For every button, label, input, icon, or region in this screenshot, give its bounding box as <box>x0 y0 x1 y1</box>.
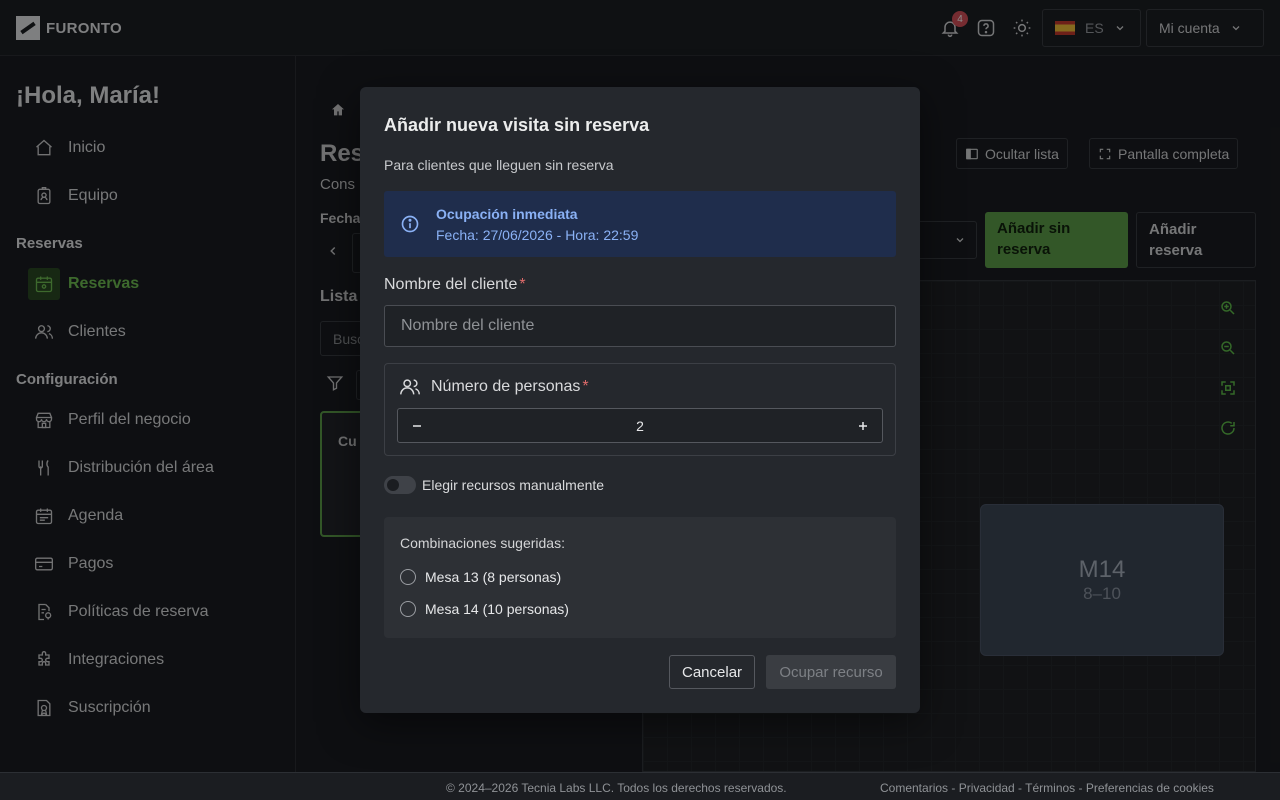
suggestion-option[interactable]: Mesa 14 (10 personas) <box>400 601 569 617</box>
manual-resources-row: Elegir recursos manualmente <box>384 476 604 494</box>
footer: © 2024–2026 Tecnia Labs LLC. Todos los d… <box>0 772 1280 800</box>
suggestion-label: Mesa 14 (10 personas) <box>425 601 569 617</box>
modal-title: Añadir nueva visita sin reserva <box>384 115 650 135</box>
plus-icon <box>859 421 867 430</box>
manual-resources-label: Elegir recursos manualmente <box>422 477 605 493</box>
cancel-button[interactable]: Cancelar <box>669 655 756 689</box>
people-stepper: 2 <box>397 408 883 443</box>
increment-button[interactable] <box>844 409 882 442</box>
users-icon <box>400 379 420 395</box>
footer-links[interactable]: Comentarios - Privacidad - Términos - Pr… <box>880 781 1214 795</box>
people-count-label-text: Número de personas <box>431 378 581 395</box>
required-mark: * <box>582 378 589 395</box>
client-name-input[interactable] <box>384 305 896 347</box>
minus-icon <box>413 424 421 427</box>
people-count-section: Número de personas * 2 <box>384 363 896 456</box>
info-title: Ocupación inmediata <box>436 206 578 222</box>
modal-subtitle: Para clientes que lleguen sin reserva <box>384 157 614 173</box>
people-count-label: Número de personas * <box>399 376 589 398</box>
suggestion-option[interactable]: Mesa 13 (8 personas) <box>400 569 561 585</box>
decrement-button[interactable] <box>398 409 436 442</box>
suggested-title: Combinaciones sugeridas: <box>400 535 565 551</box>
info-banner: Ocupación inmediata Fecha: 27/06/2026 - … <box>384 191 896 257</box>
required-mark: * <box>519 276 526 293</box>
suggested-combinations: Combinaciones sugeridas: Mesa 13 (8 pers… <box>384 517 896 638</box>
client-name-label-text: Nombre del cliente <box>384 276 518 293</box>
radio-button[interactable] <box>400 601 416 617</box>
walkin-modal: Añadir nueva visita sin reserva Para cli… <box>360 87 920 713</box>
info-text: Fecha: 27/06/2026 - Hora: 22:59 <box>436 227 639 243</box>
suggestion-label: Mesa 13 (8 personas) <box>425 569 562 585</box>
people-count-value[interactable]: 2 <box>438 409 842 442</box>
radio-button[interactable] <box>400 569 416 585</box>
manual-resources-toggle[interactable] <box>384 476 416 494</box>
info-icon <box>401 215 419 233</box>
copyright: © 2024–2026 Tecnia Labs LLC. Todos los d… <box>446 781 787 795</box>
occupy-resource-button[interactable]: Ocupar recurso <box>766 655 896 689</box>
client-name-label: Nombre del cliente * <box>384 276 526 294</box>
